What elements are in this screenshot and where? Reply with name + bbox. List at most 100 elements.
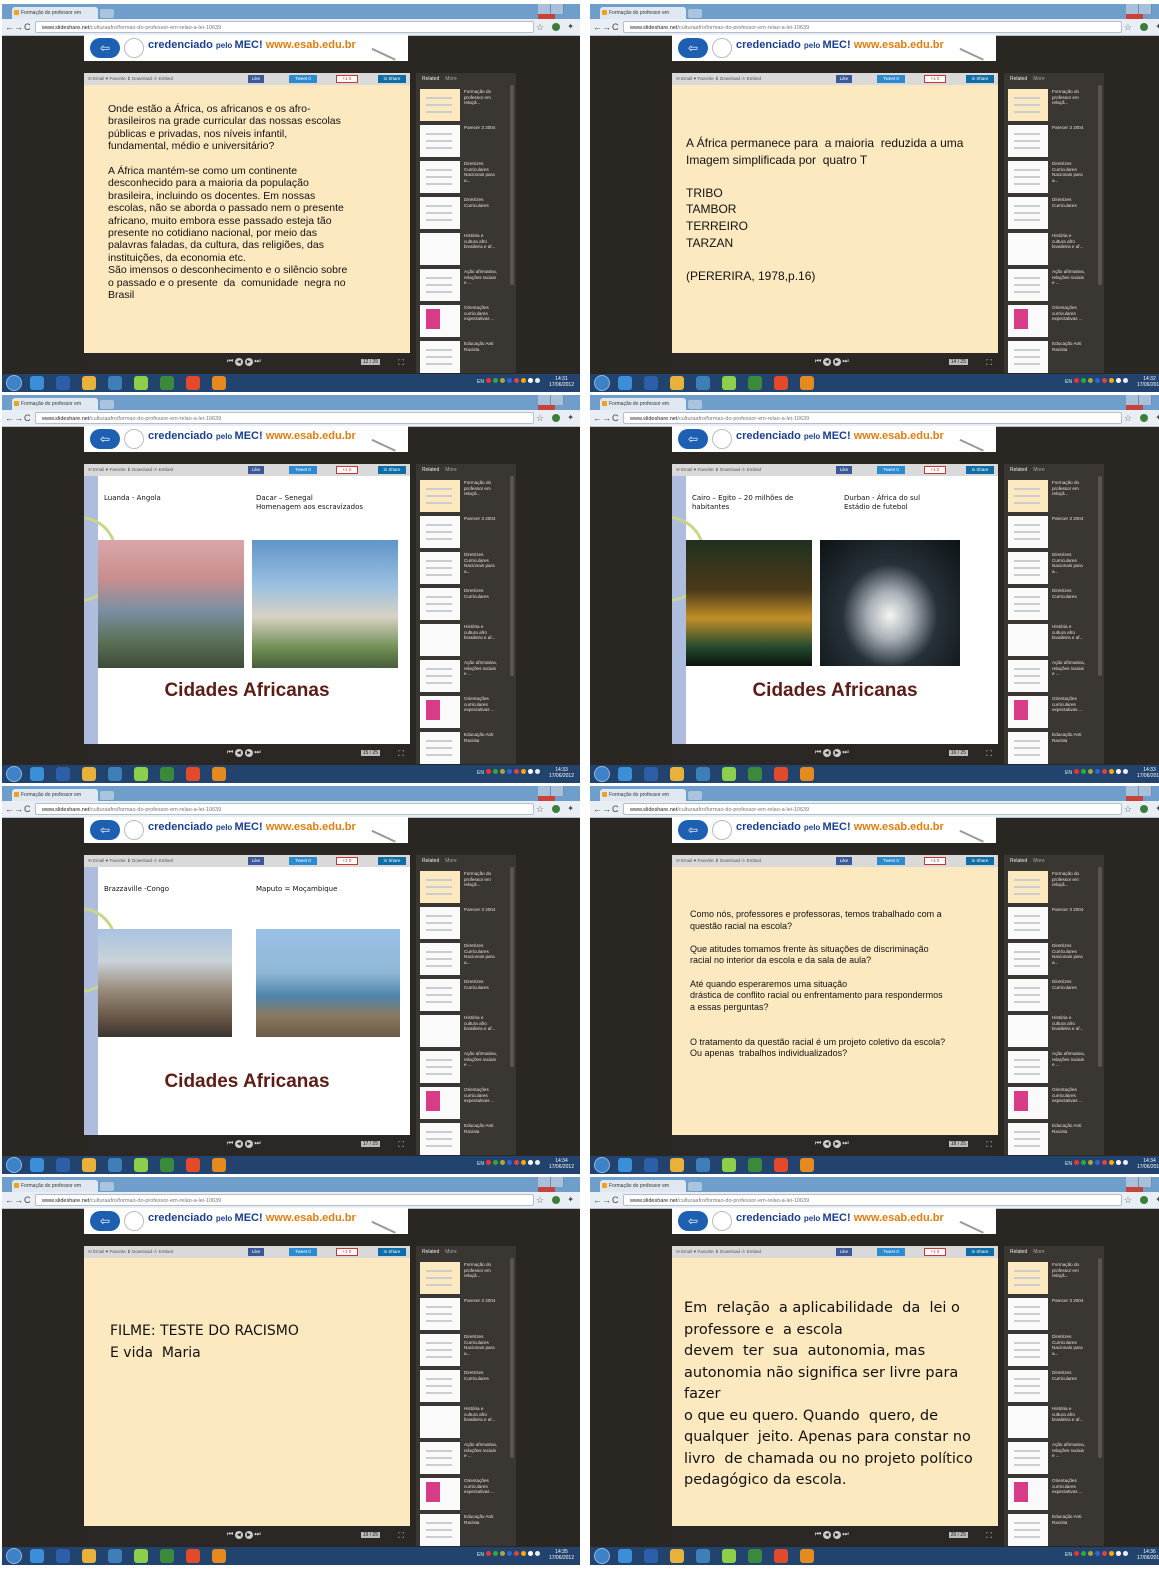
related-thumbnail[interactable] — [420, 1087, 460, 1119]
related-item[interactable]: História e cultura afro brasileira e af.… — [418, 1404, 514, 1440]
related-item[interactable]: Diretrizes Curriculares Nacionais para a… — [418, 159, 514, 195]
related-item[interactable]: Orientações curriculares expectativas ..… — [1006, 1476, 1102, 1512]
tray-icon[interactable] — [514, 1551, 519, 1556]
explorer-icon[interactable] — [644, 1549, 658, 1563]
related-thumbnail[interactable] — [1008, 588, 1048, 620]
tab-more[interactable]: More — [445, 76, 456, 82]
related-thumbnail[interactable] — [1008, 1298, 1048, 1330]
related-item[interactable]: Ação afirmativa, relações raciais e ... — [418, 1440, 514, 1476]
related-thumbnail[interactable] — [1008, 979, 1048, 1011]
linkedin-share-button[interactable]: in Share — [378, 466, 406, 474]
forward-button[interactable]: → — [602, 412, 611, 424]
related-item[interactable]: Ação afirmativa, relações raciais e ... — [418, 267, 514, 303]
tray-icon[interactable] — [1074, 1160, 1079, 1165]
related-item[interactable]: Diretrizes Curriculares — [1006, 977, 1102, 1013]
tray-icon[interactable] — [1102, 769, 1107, 774]
picasa-icon[interactable] — [134, 1158, 148, 1172]
related-item[interactable]: Ação afirmativa, relações raciais e ... — [1006, 1049, 1102, 1085]
spreadsheet-icon[interactable] — [160, 1158, 174, 1172]
new-tab-button[interactable] — [688, 1182, 702, 1191]
related-thumbnail[interactable] — [420, 624, 460, 656]
star-icon[interactable]: ☆ — [1124, 1194, 1132, 1206]
new-tab-button[interactable] — [688, 9, 702, 18]
esab-banner[interactable]: ⇦ credenciado pelo MEC! www.esab.edu.br — [84, 1206, 408, 1234]
fullscreen-icon[interactable]: ⛶ — [398, 1531, 404, 1541]
browser-tab[interactable]: Formação do professor em — [12, 1180, 98, 1192]
language-indicator[interactable]: EN — [477, 1552, 484, 1558]
minimize-button[interactable] — [538, 786, 551, 796]
tab-more[interactable]: More — [1033, 467, 1044, 473]
minimize-button[interactable] — [1126, 786, 1139, 796]
forward-button[interactable]: → — [14, 803, 23, 815]
explorer-icon[interactable] — [56, 1158, 70, 1172]
playback-buttons[interactable]: ⏮ ◀ ▶ ⏭ — [227, 1140, 262, 1148]
prev-slide-button[interactable]: ◀ — [823, 1531, 832, 1539]
tray-icon[interactable] — [514, 378, 519, 383]
related-thumbnail[interactable] — [420, 1478, 460, 1510]
tray-icon[interactable] — [535, 769, 540, 774]
related-thumbnail[interactable] — [1008, 1123, 1048, 1155]
last-slide-button[interactable]: ⏭ — [254, 749, 261, 756]
related-thumbnail[interactable] — [1008, 1087, 1048, 1119]
language-indicator[interactable]: EN — [477, 1161, 484, 1167]
tray-icon[interactable] — [493, 378, 498, 383]
browser-tab[interactable]: Formação do professor em — [600, 398, 686, 410]
fullscreen-icon[interactable]: ⛶ — [986, 358, 992, 368]
tray-icon[interactable] — [500, 769, 505, 774]
tray-icon[interactable] — [514, 1160, 519, 1165]
related-thumbnail[interactable] — [1008, 233, 1048, 265]
prev-slide-button[interactable]: ◀ — [823, 1140, 832, 1148]
related-thumbnail[interactable] — [420, 979, 460, 1011]
last-slide-button[interactable]: ⏭ — [254, 1140, 261, 1147]
start-button[interactable] — [594, 1548, 610, 1564]
linkedin-share-button[interactable]: in Share — [966, 466, 994, 474]
related-item[interactable]: Diretrizes Curriculares Nacionais para a… — [418, 941, 514, 977]
maximize-button[interactable] — [551, 395, 564, 405]
clock[interactable]: 14:3317/06/2012 — [549, 767, 574, 779]
media-icon[interactable] — [212, 1158, 226, 1172]
desktop-icon[interactable] — [618, 1158, 632, 1172]
tray-icon[interactable] — [507, 1160, 512, 1165]
folder-icon[interactable] — [108, 1549, 122, 1563]
back-button[interactable]: ← — [593, 21, 602, 33]
folder-icon[interactable] — [108, 767, 122, 781]
tab-related[interactable]: Related — [422, 467, 439, 473]
minimize-button[interactable] — [538, 1177, 551, 1187]
sidebar-scrollbar[interactable] — [510, 85, 514, 285]
tray-icon[interactable] — [1102, 1551, 1107, 1556]
tray-icon[interactable] — [1123, 378, 1128, 383]
related-item[interactable]: Orientações curriculares expectativas ..… — [418, 303, 514, 339]
tray-icon[interactable] — [521, 769, 526, 774]
tray-icon[interactable] — [1116, 378, 1121, 383]
related-item[interactable]: História e cultura afro brasileira e af.… — [1006, 1404, 1102, 1440]
firefox-icon[interactable] — [82, 1158, 96, 1172]
playback-buttons[interactable]: ⏮ ◀ ▶ ⏭ — [815, 1531, 850, 1539]
next-slide-button[interactable]: ▶ — [245, 1531, 254, 1539]
new-tab-button[interactable] — [688, 791, 702, 800]
first-slide-button[interactable]: ⏮ — [815, 358, 822, 365]
page-number[interactable]: 15 / 25 — [360, 750, 380, 756]
related-thumbnail[interactable] — [1008, 552, 1048, 584]
tweet-button[interactable]: Tweet 0 — [877, 857, 905, 865]
tray-icon[interactable] — [493, 769, 498, 774]
chrome-icon[interactable] — [774, 1549, 788, 1563]
first-slide-button[interactable]: ⏮ — [815, 1531, 822, 1538]
page-number[interactable]: 18 / 25 — [948, 1141, 968, 1147]
tweet-button[interactable]: Tweet 0 — [289, 466, 317, 474]
firefox-icon[interactable] — [670, 1549, 684, 1563]
playback-buttons[interactable]: ⏮ ◀ ▶ ⏭ — [227, 358, 262, 366]
star-icon[interactable]: ☆ — [1124, 412, 1132, 424]
page-number[interactable]: 14 / 25 — [948, 359, 968, 365]
forward-button[interactable]: → — [602, 1194, 611, 1206]
tray-icon[interactable] — [493, 1160, 498, 1165]
folder-icon[interactable] — [696, 1158, 710, 1172]
start-button[interactable] — [594, 375, 610, 391]
linkedin-share-button[interactable]: in Share — [378, 1248, 406, 1256]
tray-icon[interactable] — [1109, 769, 1114, 774]
media-icon[interactable] — [212, 767, 226, 781]
fullscreen-icon[interactable]: ⛶ — [398, 749, 404, 759]
url-bar[interactable]: www.slideshare.net/culturaafro/formao-do… — [623, 803, 1122, 815]
last-slide-button[interactable]: ⏭ — [254, 1531, 261, 1538]
tray-icon[interactable] — [486, 1160, 491, 1165]
wrench-icon[interactable]: ✦ — [567, 413, 574, 423]
